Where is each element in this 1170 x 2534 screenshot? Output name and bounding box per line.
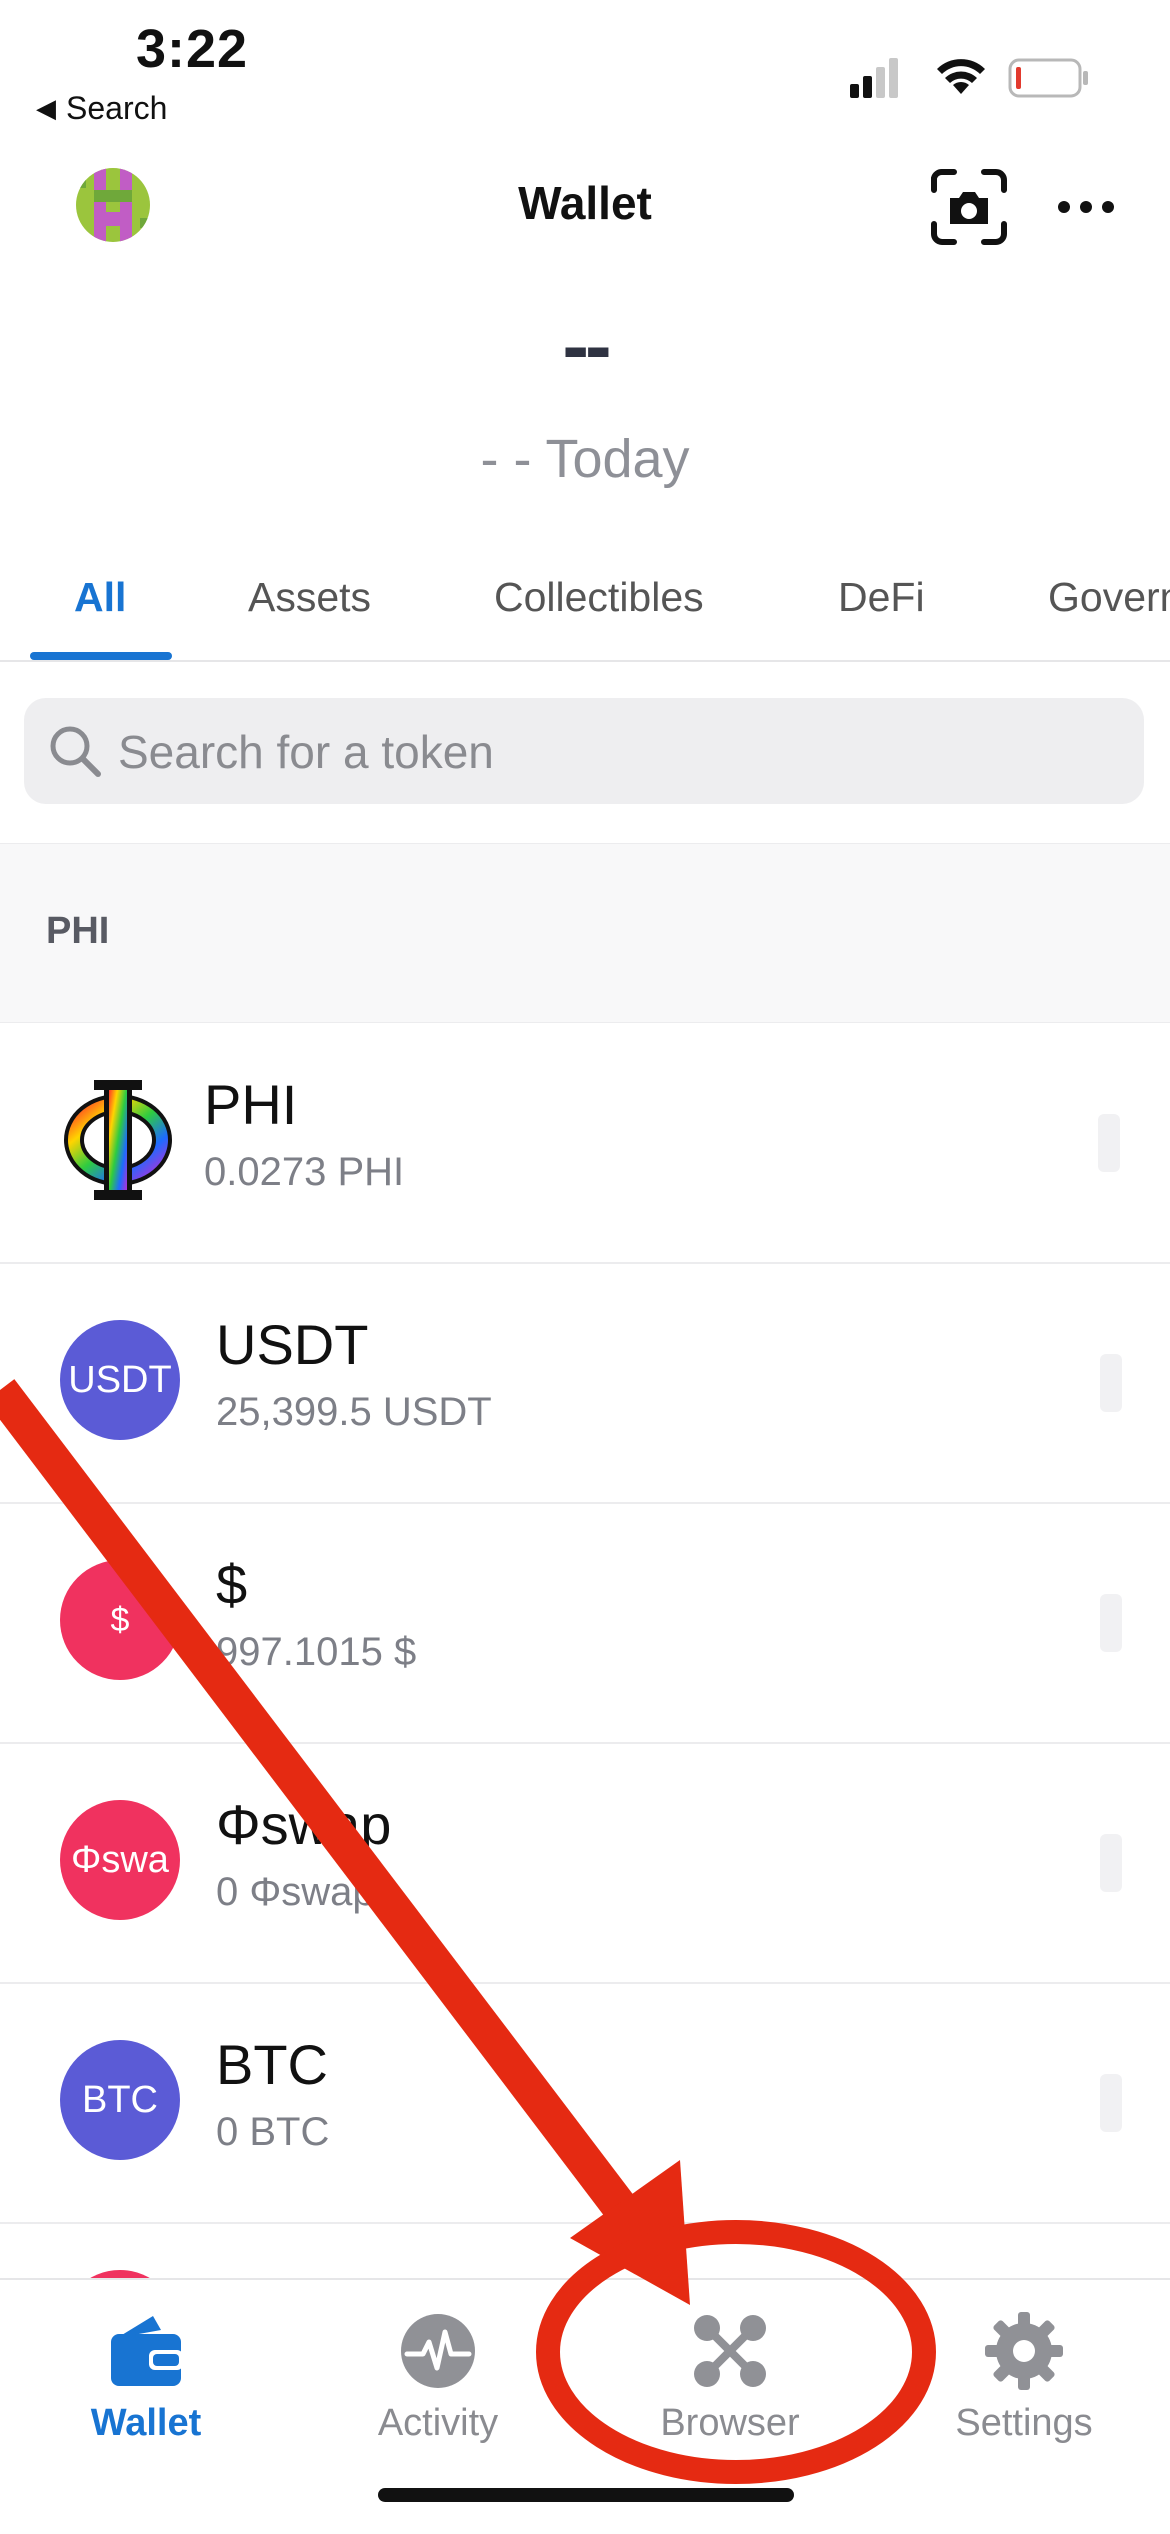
token-fiat-value-placeholder: [1100, 1354, 1122, 1412]
back-label: Search: [66, 90, 168, 126]
tabbar-settings[interactable]: Settings: [904, 2290, 1144, 2445]
status-time: 3:22: [136, 19, 249, 79]
tab-defi[interactable]: DeFi: [838, 574, 925, 621]
search-icon: [50, 726, 101, 777]
tab-governance[interactable]: Govern: [1048, 574, 1170, 621]
token-row-phi[interactable]: PHI 0.0273 PHI: [0, 1022, 1170, 1264]
token-balance: 0 BTC: [216, 2110, 330, 2154]
asset-tabs: All Assets Collectibles DeFi Govern: [0, 560, 1170, 662]
balance-change-today: - - Today: [480, 429, 690, 489]
signal-icon: [850, 58, 898, 98]
tabbar-label: Wallet: [90, 2402, 202, 2444]
wallet-icon: [111, 2316, 183, 2386]
token-search-bar[interactable]: [24, 698, 1144, 804]
token-fiat-value-placeholder: [1100, 1834, 1122, 1892]
active-tab-indicator: [30, 652, 172, 660]
wifi-icon: [937, 59, 985, 94]
section-header: PHI: [0, 843, 1170, 1023]
token-row-dollar[interactable]: $ $ 997.1015 $: [0, 1502, 1170, 1744]
more-options-icon[interactable]: [1056, 190, 1116, 224]
phiswap-token-icon: Φswa: [60, 1800, 180, 1920]
browser-icon: [694, 2315, 766, 2387]
tabbar-label: Browser: [660, 2402, 800, 2444]
token-balance: 0.0273 PHI: [204, 1150, 405, 1194]
token-name: USDT: [216, 1313, 369, 1376]
tabbar-browser[interactable]: Browser: [610, 2290, 850, 2445]
token-fiat-value-placeholder: [1098, 1114, 1120, 1172]
btc-token-icon: BTC: [60, 2040, 180, 2160]
token-name: BTC: [216, 2033, 328, 2096]
tab-collectibles[interactable]: Collectibles: [494, 574, 704, 621]
token-name: Φswap: [216, 1793, 392, 1856]
total-balance: --: [562, 301, 611, 390]
tab-all[interactable]: All: [74, 574, 126, 621]
token-name: PHI: [204, 1073, 298, 1136]
token-balance: 25,399.5 USDT: [216, 1390, 492, 1434]
activity-icon: [401, 2314, 475, 2388]
tabbar-wallet[interactable]: Wallet: [26, 2290, 266, 2445]
section-label: PHI: [46, 910, 110, 952]
back-triangle-icon: ◀: [36, 93, 56, 123]
token-name: $: [216, 1553, 248, 1616]
scan-camera-icon[interactable]: [930, 168, 1008, 246]
dollar-token-icon: $: [60, 1560, 180, 1680]
tabbar-activity[interactable]: Activity: [318, 2290, 558, 2445]
token-fiat-value-placeholder: [1100, 2074, 1122, 2132]
home-indicator: [378, 2488, 794, 2502]
tab-assets[interactable]: Assets: [248, 574, 371, 621]
gear-icon: [985, 2312, 1063, 2390]
token-balance: 997.1015 $: [216, 1630, 417, 1674]
tabbar-label: Settings: [955, 2402, 1093, 2444]
search-input[interactable]: [116, 716, 1120, 788]
tabbar-label: Activity: [377, 2402, 499, 2444]
token-fiat-value-placeholder: [1100, 1594, 1122, 1652]
token-row-phiswap[interactable]: Φswa Φswap 0 Φswap: [0, 1742, 1170, 1984]
token-row-btc[interactable]: BTC BTC 0 BTC: [0, 1982, 1170, 2224]
usdt-token-icon: USDT: [60, 1320, 180, 1440]
token-balance: 0 Φswap: [216, 1870, 375, 1914]
token-row-usdt[interactable]: USDT USDT 25,399.5 USDT: [0, 1262, 1170, 1504]
battery-icon: [1008, 58, 1088, 98]
phi-token-icon: [64, 1080, 172, 1200]
back-to-search-link[interactable]: ◀ Search: [36, 90, 167, 127]
